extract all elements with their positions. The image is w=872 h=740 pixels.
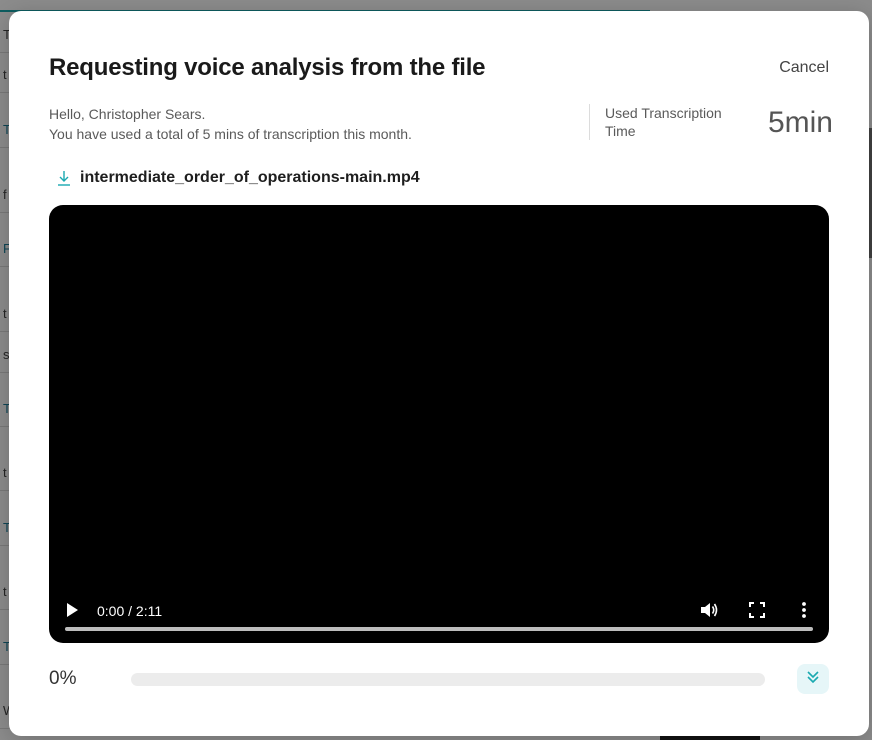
cancel-button[interactable]: Cancel xyxy=(779,59,829,77)
file-row: intermediate_order_of_operations-main.mp… xyxy=(57,167,420,189)
more-vert-icon[interactable] xyxy=(794,600,814,620)
video-time-display: 0:00 / 2:11 xyxy=(97,603,163,619)
greeting-text: Hello, Christopher Sears. You have used … xyxy=(49,104,412,144)
modal-title: Requesting voice analysis from the file xyxy=(49,54,486,81)
analysis-progress-bar xyxy=(131,673,765,686)
volume-icon[interactable] xyxy=(699,600,719,620)
voice-analysis-modal: Requesting voice analysis from the file … xyxy=(9,11,869,736)
double-chevron-down-icon xyxy=(805,669,821,690)
usage-value: 5min xyxy=(767,106,833,139)
analysis-progress-text: 0% xyxy=(49,668,77,689)
greeting-line-1: Hello, Christopher Sears. xyxy=(49,106,206,122)
video-player[interactable]: 0:00 / 2:11 xyxy=(49,205,829,643)
fullscreen-icon[interactable] xyxy=(748,601,766,619)
expand-button[interactable] xyxy=(797,664,829,694)
play-icon[interactable] xyxy=(65,602,79,618)
video-seek-bar[interactable] xyxy=(65,627,813,631)
usage-summary: Used Transcription Time 5min xyxy=(589,104,833,140)
greeting-line-2: You have used a total of 5 mins of trans… xyxy=(49,126,412,142)
usage-label: Used Transcription Time xyxy=(605,105,722,139)
video-controls: 0:00 / 2:11 xyxy=(49,583,829,643)
file-name: intermediate_order_of_operations-main.mp… xyxy=(80,169,420,186)
download-icon[interactable] xyxy=(57,169,71,187)
